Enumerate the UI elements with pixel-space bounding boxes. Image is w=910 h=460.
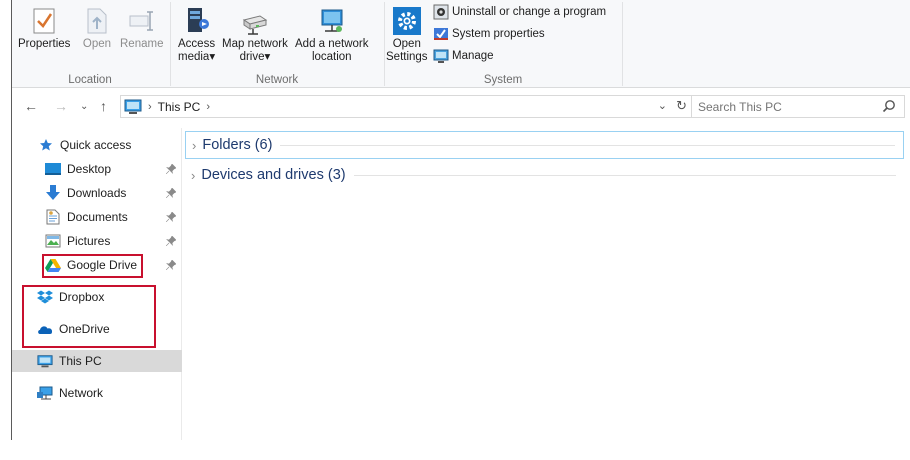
ribbon-caption-system: System [483,74,523,86]
address-dropdown-icon[interactable]: ⌄ [658,99,667,112]
properties-label: Properties [18,38,71,50]
nav-item-label: Network [59,386,104,400]
settings-gear-icon [392,4,422,38]
refresh-icon[interactable]: ↻ [676,98,687,114]
search-icon[interactable] [882,99,896,113]
address-bar[interactable]: › This PC › ⌄ ↻ [120,95,694,118]
nav-item-documents[interactable]: Documents [12,206,182,228]
properties-icon [29,4,59,38]
group-divider [280,144,895,146]
map-network-drive-label: Map network drive▾ [222,38,288,63]
download-arrow-icon [45,185,61,201]
chevron-right-icon[interactable]: › [192,138,196,153]
nav-item-label: Documents [67,210,128,224]
ribbon-group-location: Properties Open Rename Location [12,0,168,88]
add-network-location-button[interactable]: Add a network location [295,4,369,64]
group-header-label: Devices and drives (3) [201,167,346,183]
nav-item-desktop[interactable]: Desktop [12,158,182,180]
properties-button[interactable]: Properties [18,4,70,51]
forward-arrow-icon[interactable]: → [54,98,68,114]
search-box[interactable] [691,95,905,118]
uninstall-label: Uninstall or change a program [452,6,607,18]
nav-item-label: This PC [59,354,102,368]
highlight-box-cloud-storage [22,285,156,348]
pin-icon[interactable] [165,187,177,201]
rename-label: Rename [120,38,164,50]
pictures-icon [45,233,61,249]
open-button[interactable]: Open [82,4,112,51]
rename-icon [127,4,157,38]
documents-icon [45,209,61,225]
pin-icon[interactable] [165,211,177,225]
system-properties-label: System properties [452,28,545,40]
highlight-box-google-drive [42,254,143,278]
up-arrow-icon[interactable]: ↑ [100,98,107,114]
nav-item-label: Pictures [67,234,111,248]
system-properties-icon [434,28,448,40]
open-settings-button[interactable]: Open Settings [386,4,428,64]
nav-item-pictures[interactable]: Pictures [12,230,182,252]
ribbon-group-network: Access media▾ Map network drive▾ Add a net… [172,0,382,88]
manage-button[interactable]: Manage [433,48,494,64]
open-label: Open [82,38,112,50]
nav-item-downloads[interactable]: Downloads [12,182,182,204]
ribbon-separator [170,2,171,86]
recent-locations-chevron-icon[interactable]: ⌄ [80,101,88,112]
search-input[interactable] [698,98,878,115]
open-icon [82,4,112,38]
chevron-right-icon[interactable]: › [191,168,195,183]
ribbon: Properties Open Rename Location Access me… [12,0,910,88]
nav-item-network[interactable]: Network [12,382,182,404]
ribbon-caption-location: Location [68,74,112,86]
group-header-label: Folders (6) [202,137,273,153]
pin-icon[interactable] [165,163,177,177]
desktop-icon [45,161,61,177]
media-server-icon [182,4,212,38]
ribbon-caption-network: Network [255,74,299,86]
group-header-folders[interactable]: › Folders (6) [185,131,904,159]
access-media-label: Access media▾ [178,38,216,63]
back-arrow-icon[interactable]: ← [24,98,38,114]
ribbon-group-system: Open Settings Uninstall or change a progr… [386,0,620,88]
computer-management-icon [433,49,449,63]
group-header-devices-and-drives[interactable]: › Devices and drives (3) [185,161,904,189]
ribbon-separator [622,2,623,86]
system-properties-button[interactable]: System properties [433,26,545,42]
breadcrumb-this-pc[interactable]: This PC [158,100,201,114]
uninstall-program-button[interactable]: Uninstall or change a program [433,4,606,20]
this-pc-icon [37,353,53,369]
group-divider [353,174,896,176]
uninstall-icon [433,4,449,20]
nav-item-label: Quick access [60,138,132,152]
nav-item-label: Downloads [67,186,127,200]
pin-icon[interactable] [165,235,177,249]
access-media-button[interactable]: Access media▾ [178,4,215,64]
this-pc-icon [124,99,142,114]
network-location-icon [317,4,347,38]
nav-item-label: Desktop [67,162,112,176]
star-icon [38,137,54,153]
address-row: ← → ⌄ ↑ › This PC › ⌄ ↻ [12,94,910,120]
rename-button[interactable]: Rename [120,4,163,51]
pin-icon[interactable] [165,259,177,273]
add-network-location-label: Add a network location [295,38,369,63]
navigation-pane: Quick access Desktop Downloads Documents… [12,128,182,440]
ribbon-separator [384,2,385,86]
map-network-drive-button[interactable]: Map network drive▾ [222,4,288,64]
breadcrumb-chevron-icon[interactable]: › [148,101,152,113]
network-icon [37,385,53,401]
open-settings-label: Open Settings [386,38,428,63]
network-drive-icon [240,4,270,38]
manage-label: Manage [452,50,494,62]
breadcrumb-chevron-icon[interactable]: › [206,101,210,113]
nav-item-quick-access[interactable]: Quick access [12,134,182,156]
nav-item-this-pc[interactable]: This PC [12,350,182,372]
